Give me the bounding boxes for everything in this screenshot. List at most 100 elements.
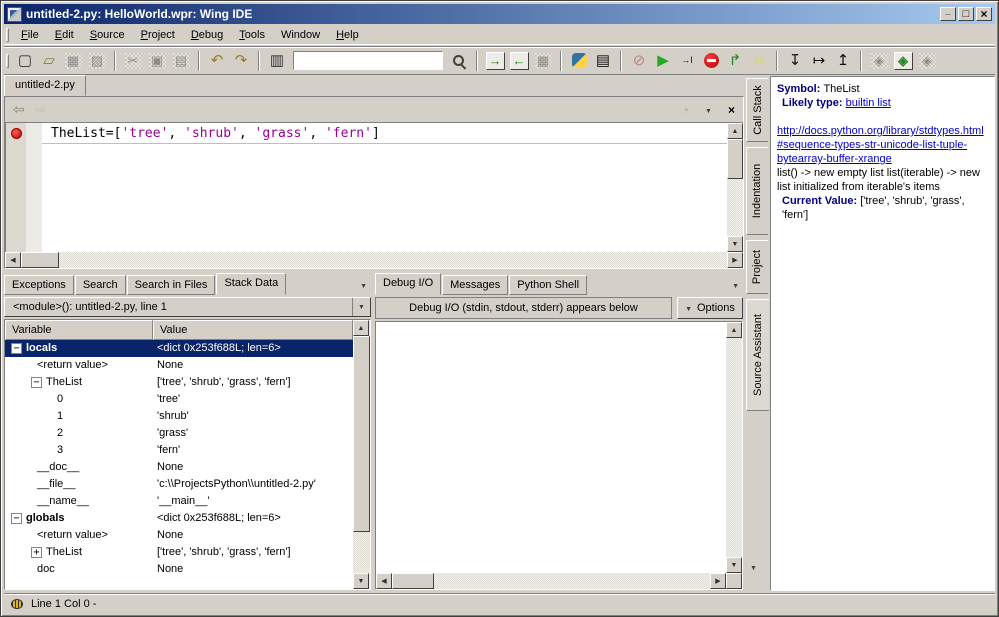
editor-menu-arrow-icon[interactable] (705, 104, 712, 116)
variable-row-return-value[interactable]: <return value>None (5, 527, 353, 544)
debug-restart-button[interactable]: ↱ (723, 49, 747, 73)
io-vertical-scrollbar[interactable] (726, 322, 742, 573)
scroll-thumb[interactable] (21, 252, 59, 268)
scroll-thumb[interactable] (392, 573, 434, 589)
collapse-toggle[interactable]: − (11, 343, 22, 354)
variable-row-0[interactable]: 0'tree' (5, 391, 353, 408)
title-bar[interactable]: untitled-2.py: HelloWorld.wpr: Wing IDE (4, 4, 995, 24)
side-panel-menu-arrow-icon[interactable] (750, 561, 757, 573)
redo-button[interactable]: ↷ (229, 49, 253, 73)
options-button[interactable]: Options (677, 297, 743, 319)
debug-panel-menu-arrow-icon[interactable] (732, 279, 743, 295)
scroll-up-icon[interactable] (727, 123, 743, 139)
scroll-down-icon[interactable] (353, 573, 369, 589)
io-tab-python-shell[interactable]: Python Shell (509, 275, 587, 295)
doc-link[interactable]: builtin list (846, 97, 891, 109)
step-into-button[interactable]: ↧ (783, 49, 807, 73)
toolbar-gripper[interactable] (6, 54, 9, 68)
scroll-right-icon[interactable] (727, 252, 743, 268)
goto-prev-point-button[interactable]: ← (507, 49, 531, 73)
scroll-track[interactable] (434, 573, 710, 589)
scroll-thumb[interactable] (727, 139, 743, 179)
ignore-exceptions-button[interactable]: ⊘ (627, 49, 651, 73)
variable-row-locals[interactable]: −locals<dict 0x253f688L; len=6> (5, 340, 353, 357)
show-docs-button[interactable]: ▤ (591, 49, 615, 73)
debugger-bug-icon[interactable] (11, 599, 23, 609)
menu-edit[interactable]: Edit (47, 26, 82, 44)
variable-row-thelist[interactable]: +TheList['tree', 'shrub', 'grass', 'fern… (5, 544, 353, 561)
step-over-button[interactable]: ↦ (807, 49, 831, 73)
menu-help[interactable]: Help (328, 26, 367, 44)
scroll-left-icon[interactable] (5, 252, 21, 268)
table-vertical-scrollbar[interactable] (353, 320, 370, 589)
variable-row-thelist[interactable]: −TheList['tree', 'shrub', 'grass', 'fern… (5, 374, 353, 391)
tools-tab-stack-data[interactable]: Stack Data (216, 273, 286, 295)
close-icon[interactable] (976, 7, 992, 21)
menu-window[interactable]: Window (273, 26, 328, 44)
variable-row-3[interactable]: 3'fern' (5, 442, 353, 459)
scroll-left-icon[interactable] (376, 573, 392, 589)
menu-debug[interactable]: Debug (183, 26, 231, 44)
toolbar-search-input[interactable] (293, 51, 443, 70)
side-tab-project[interactable]: Project (746, 240, 768, 294)
debug-continue-button[interactable]: ▶ (651, 49, 675, 73)
scroll-track[interactable] (727, 179, 743, 236)
variable-row-2[interactable]: 2'grass' (5, 425, 353, 442)
variable-row-doc[interactable]: docNone (5, 561, 353, 578)
python-shell-button[interactable] (567, 49, 591, 73)
expand-toggle[interactable]: + (31, 547, 42, 558)
menu-source[interactable]: Source (82, 26, 133, 44)
recent-icon[interactable]: ◔ (682, 103, 689, 117)
tools-tab-search-in-files[interactable]: Search in Files (127, 275, 216, 295)
variable-row-1[interactable]: 1'shrub' (5, 408, 353, 425)
variable-row-doc[interactable]: __doc__None (5, 459, 353, 476)
scroll-track[interactable] (353, 532, 370, 573)
scroll-track[interactable] (59, 252, 727, 268)
maximize-icon[interactable] (958, 7, 974, 21)
search-button[interactable] (447, 49, 471, 73)
breakpoint-gutter[interactable] (6, 123, 26, 252)
column-value[interactable]: Value (153, 320, 353, 340)
editor-vertical-scrollbar[interactable] (727, 123, 743, 252)
menu-file[interactable]: File (13, 26, 47, 44)
variable-row-name[interactable]: __name__'__main__' (5, 493, 353, 510)
scroll-thumb[interactable] (353, 336, 370, 532)
pause-debug-button[interactable]: ▮▮ (747, 49, 771, 73)
goto-next-point-button[interactable]: → (483, 49, 507, 73)
variable-row-return-value[interactable]: <return value>None (5, 357, 353, 374)
menu-tools[interactable]: Tools (231, 26, 273, 44)
scroll-up-icon[interactable] (353, 320, 369, 336)
side-tab-source-assistant[interactable]: Source Assistant (746, 299, 769, 411)
step-out-button[interactable]: ↥ (831, 49, 855, 73)
run-to-cursor-button[interactable]: →I (675, 49, 699, 73)
scroll-down-icon[interactable] (726, 557, 742, 573)
tools-tab-exceptions[interactable]: Exceptions (4, 275, 74, 295)
scroll-down-icon[interactable] (727, 236, 743, 252)
editor-horizontal-scrollbar[interactable] (5, 252, 743, 268)
stack-frame-combo[interactable]: <module>(): untitled-2.py, line 1 (4, 297, 371, 317)
stop-debug-button[interactable] (699, 49, 723, 73)
collapse-toggle[interactable]: − (31, 377, 42, 388)
scroll-track[interactable] (726, 338, 742, 557)
code-area[interactable]: TheList=['tree', 'shrub', 'grass', 'fern… (42, 123, 727, 252)
menu-gripper[interactable] (6, 28, 9, 42)
breakpoint-option-2-button[interactable]: ◈ (891, 49, 915, 73)
variable-row-globals[interactable]: −globals<dict 0x253f688L; len=6> (5, 510, 353, 527)
side-tab-call-stack[interactable]: Call Stack (746, 78, 768, 142)
io-tab-debug-i-o[interactable]: Debug I/O (375, 273, 441, 295)
minimize-icon[interactable] (940, 7, 956, 21)
doc-link[interactable]: http://docs.python.org/library/stdtypes.… (777, 125, 984, 165)
code-line-1[interactable]: TheList=['tree', 'shrub', 'grass', 'fern… (42, 126, 727, 144)
io-horizontal-scrollbar[interactable] (376, 573, 726, 589)
tools-tab-search[interactable]: Search (75, 275, 126, 295)
undo-button[interactable]: ↶ (205, 49, 229, 73)
variable-row-file[interactable]: __file__'c:\\ProjectsPython\\untitled-2.… (5, 476, 353, 493)
nav-back-icon[interactable]: ⇦ (13, 101, 25, 118)
menu-project[interactable]: Project (133, 26, 183, 44)
open-file-button[interactable]: ▱ (37, 49, 61, 73)
combo-arrow-icon[interactable] (352, 298, 370, 316)
search-options-button[interactable]: ▥ (265, 49, 289, 73)
scroll-up-icon[interactable] (726, 322, 742, 338)
stack-panel-menu-arrow-icon[interactable] (360, 279, 371, 295)
debug-io-text[interactable] (376, 322, 726, 573)
